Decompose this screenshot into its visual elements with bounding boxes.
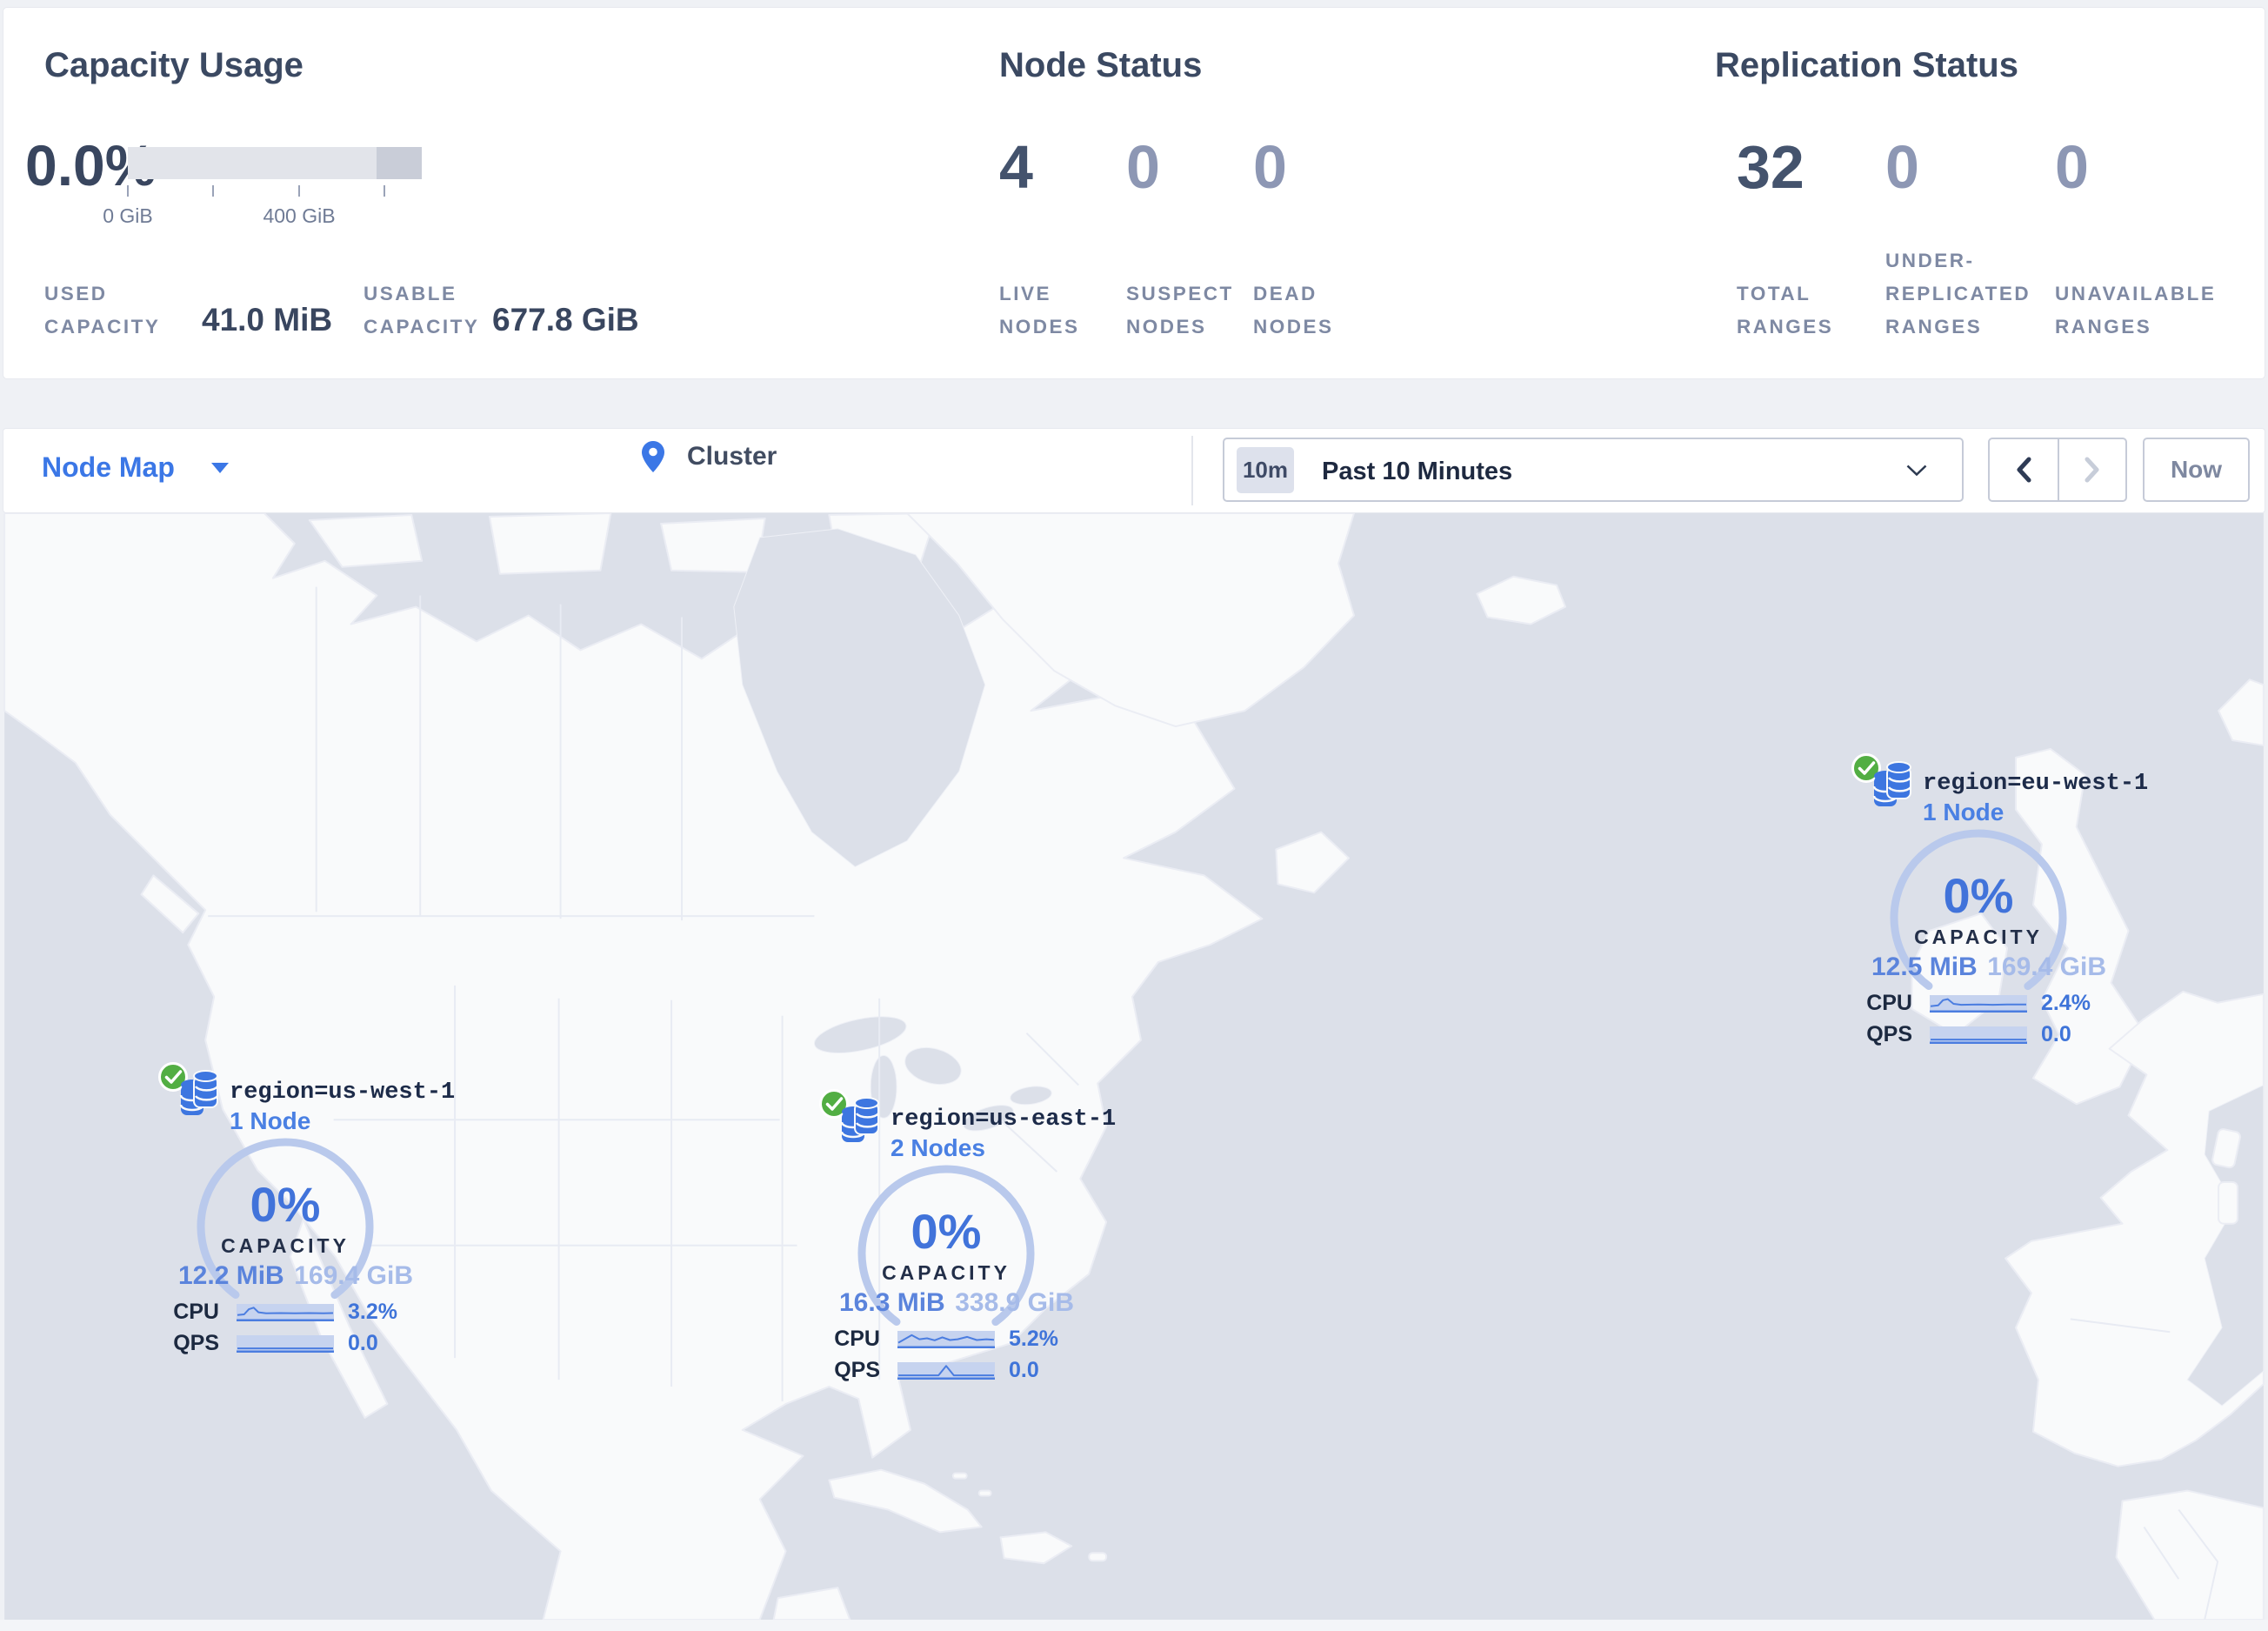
- chevron-right-icon: [2085, 457, 2099, 483]
- capacity-percent: 0%: [911, 1204, 982, 1259]
- capacity-label: CAPACITY: [1914, 926, 2043, 948]
- capacity-used: 16.3 MiB: [839, 1288, 945, 1317]
- usable-capacity-value: 677.8 GiB: [492, 302, 639, 338]
- unavailable-ranges-count: 0: [2055, 133, 2089, 201]
- node-count-label[interactable]: 1 Node: [230, 1106, 455, 1136]
- map-toolbar: Node Map Cluster 10m Past 10 Minutes Now: [3, 428, 2265, 513]
- cpu-sparkline: [1930, 994, 2027, 1013]
- time-back-button[interactable]: [1990, 439, 2058, 500]
- capacity-percent: 0%: [250, 1177, 321, 1232]
- region-label: region=us-east-1: [891, 1106, 1117, 1133]
- qps-value: 0.0: [1009, 1358, 1039, 1382]
- capacity-used: 12.2 MiB: [178, 1261, 284, 1290]
- cpu-value: 5.2%: [1009, 1327, 1058, 1351]
- qps-sparkline: [237, 1334, 334, 1353]
- under-replicated-ranges-label: UNDER-REPLICATED RANGES: [1885, 250, 2031, 338]
- axis-tick-label-400: 400 GiB: [263, 204, 336, 227]
- time-nav-arrows: [1988, 438, 2127, 502]
- capacity-total: 338.9 GiB: [955, 1288, 1074, 1317]
- chevron-left-icon: [2017, 457, 2031, 483]
- cpu-sparkline: [237, 1303, 334, 1321]
- time-range-select[interactable]: 10m Past 10 Minutes: [1223, 438, 1964, 502]
- unavailable-ranges-label: UNAVAILABLE RANGES: [2055, 283, 2217, 338]
- now-button[interactable]: Now: [2143, 438, 2250, 502]
- landmass-island: [488, 512, 612, 575]
- landmass-island: [977, 1489, 992, 1497]
- cpu-label: CPU: [173, 1300, 219, 1324]
- view-mode-dropdown[interactable]: Node Map: [42, 451, 229, 484]
- axis-tick: [384, 185, 385, 197]
- landmass-island: [1088, 1552, 1108, 1562]
- capacity-percent: 0%: [1943, 868, 2014, 923]
- landmass-island: [951, 1472, 968, 1480]
- used-capacity-label: USED CAPACITY: [44, 283, 161, 338]
- qps-label: QPS: [1866, 1022, 1912, 1046]
- cpu-value: 3.2%: [348, 1300, 397, 1324]
- breadcrumb[interactable]: Cluster: [642, 441, 777, 472]
- live-nodes-label: LIVE NODES: [999, 283, 1080, 338]
- node-map: [0, 512, 2268, 1621]
- cpu-sparkline: [897, 1330, 995, 1348]
- qps-value: 0.0: [2041, 1022, 2071, 1046]
- region-label: region=eu-west-1: [1923, 771, 2149, 797]
- dead-nodes-count: 0: [1253, 133, 1287, 201]
- axis-tick-label-0: 0 GiB: [103, 204, 153, 227]
- time-range-badge: 10m: [1237, 447, 1294, 493]
- capacity-bar-nonusable-segment: [377, 147, 422, 179]
- database-stack-icon: [840, 1097, 880, 1142]
- node-count-label[interactable]: 2 Nodes: [891, 1133, 1116, 1163]
- qps-sparkline: [897, 1361, 995, 1380]
- cpu-label: CPU: [834, 1327, 880, 1351]
- time-range-value: Past 10 Minutes: [1322, 458, 1513, 485]
- qps-label: QPS: [173, 1331, 219, 1355]
- replication-status-title: Replication Status: [1715, 46, 2018, 84]
- qps-value: 0.0: [348, 1331, 378, 1355]
- capacity-usage-title: Capacity Usage: [44, 46, 304, 84]
- view-mode-label: Node Map: [42, 451, 175, 483]
- under-replicated-ranges-count: 0: [1885, 133, 1919, 201]
- capacity-label: CAPACITY: [221, 1234, 350, 1257]
- total-ranges-label: TOTAL RANGES: [1737, 283, 1834, 338]
- database-stack-icon: [179, 1070, 219, 1115]
- capacity-total: 169.4 GiB: [294, 1261, 413, 1290]
- time-forward-button[interactable]: [2058, 439, 2125, 500]
- capacity-used: 12.5 MiB: [1871, 953, 1978, 981]
- node-count-label[interactable]: 1 Node: [1923, 798, 2148, 827]
- breadcrumb-label: Cluster: [687, 442, 777, 471]
- live-nodes-count: 4: [999, 133, 1033, 201]
- toolbar-divider: [1191, 436, 1193, 505]
- qps-label: QPS: [834, 1358, 880, 1382]
- suspect-nodes-count: 0: [1126, 133, 1160, 201]
- axis-tick: [212, 185, 214, 197]
- page-bottom-strip: [0, 1620, 2268, 1631]
- caret-down-icon: [210, 462, 229, 473]
- node-status-title: Node Status: [999, 46, 1203, 84]
- axis-tick: [127, 185, 129, 197]
- region-label: region=us-west-1: [230, 1080, 456, 1106]
- cluster-overview-page: Capacity Usage 0.0% 0 GiB 400 GiB USED C…: [0, 0, 2268, 1631]
- cluster-summary-card: Capacity Usage 0.0% 0 GiB 400 GiB USED C…: [3, 7, 2265, 379]
- capacity-total: 169.4 GiB: [1987, 953, 2106, 981]
- capacity-bar: [128, 147, 422, 179]
- cpu-label: CPU: [1866, 991, 1912, 1015]
- axis-tick: [298, 185, 300, 197]
- qps-sparkline: [1930, 1026, 2027, 1044]
- capacity-label: CAPACITY: [882, 1261, 1011, 1284]
- map-pin-icon: [642, 441, 664, 472]
- database-stack-icon: [1872, 761, 1912, 806]
- cpu-value: 2.4%: [2041, 991, 2091, 1015]
- landmass-island: [2218, 1180, 2239, 1225]
- total-ranges-count: 32: [1737, 133, 1804, 201]
- dead-nodes-label: DEAD NODES: [1253, 283, 1334, 338]
- suspect-nodes-label: SUSPECT NODES: [1126, 283, 1234, 338]
- chevron-down-icon: [1906, 465, 1927, 477]
- usable-capacity-label: USABLE CAPACITY: [364, 283, 480, 338]
- world-map: [3, 512, 2265, 1621]
- used-capacity-value: 41.0 MiB: [202, 302, 333, 338]
